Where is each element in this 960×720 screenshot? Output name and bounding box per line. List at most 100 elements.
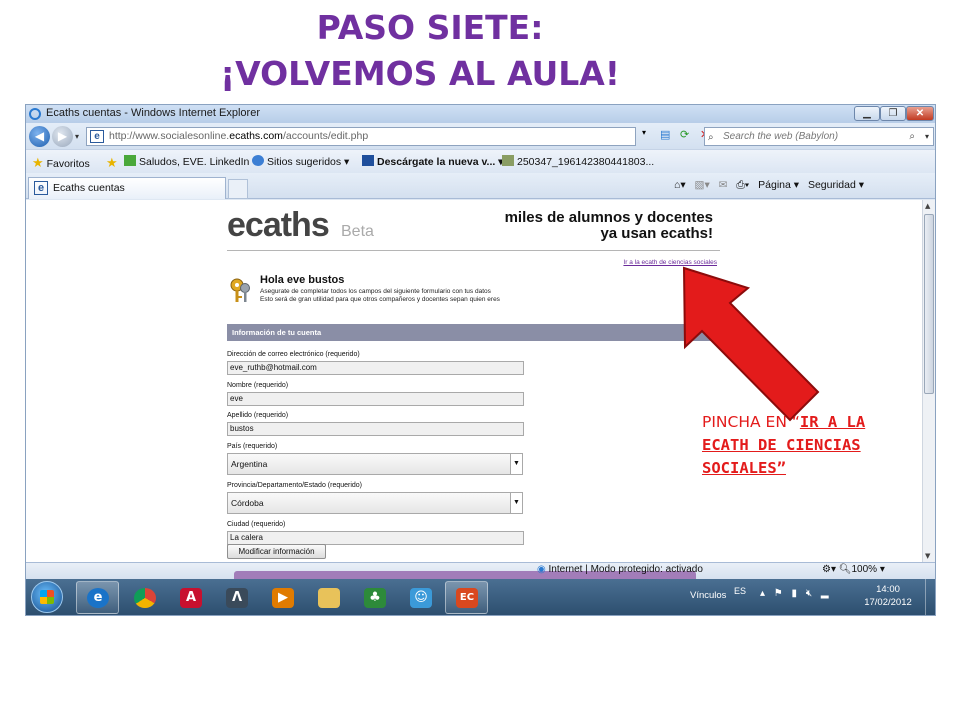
fav-item-linkedin[interactable]: Saludos, EVE. LinkedIn bbox=[124, 155, 249, 168]
city-field[interactable]: La calera bbox=[227, 531, 524, 545]
add-favorite-icon[interactable]: ★ bbox=[106, 155, 118, 171]
greeting-subtext: Asegurate de completar todos los campos … bbox=[260, 288, 500, 303]
page-content: ecaths Beta miles de alumnos y docentes … bbox=[26, 200, 922, 562]
tray-icons[interactable]: ▴ ⚑ ▮ 🔇︎ ▂ bbox=[760, 588, 832, 599]
ecaths-app-icon: EC bbox=[456, 588, 478, 608]
zoom-icon: 🔍︎ bbox=[838, 564, 852, 575]
feeds-icon[interactable]: ▧▾ bbox=[695, 179, 710, 191]
chrome-icon bbox=[134, 588, 156, 608]
taskbar-messenger[interactable]: ☺ bbox=[399, 581, 442, 614]
taskbar-game[interactable]: ♣ bbox=[353, 581, 396, 614]
fav-item-download[interactable]: Descárgate la nueva v... ▾ bbox=[362, 155, 503, 168]
tab-ecaths-cuentas[interactable]: e Ecaths cuentas bbox=[28, 177, 226, 199]
maximize-button[interactable]: ❐ bbox=[880, 106, 906, 121]
email-label: Dirección de correo electrónico (requeri… bbox=[227, 351, 360, 358]
taskbar-app-a[interactable]: Λ bbox=[215, 581, 258, 614]
url-input[interactable]: e http://www.socialesonline.ecaths.com/a… bbox=[86, 127, 636, 146]
taskbar-acrobat[interactable]: A bbox=[169, 581, 212, 614]
taskbar-ecaths[interactable]: EC bbox=[445, 581, 488, 614]
chevron-down-icon[interactable]: ▼ bbox=[510, 493, 522, 513]
slide: PASO SIETE: ¡VOLVEMOS AL AULA! Ecaths cu… bbox=[0, 0, 960, 720]
address-bar: ◀ ▶ ▾ e http://www.socialesonline.ecaths… bbox=[26, 123, 935, 149]
page-icon: e bbox=[34, 181, 48, 195]
name-field[interactable]: eve bbox=[227, 392, 524, 406]
compat-view-icon[interactable]: ▤ bbox=[660, 128, 670, 141]
fav-item-image[interactable]: 250347_196142380441803... bbox=[502, 155, 654, 168]
taskbar-media[interactable]: ▶ bbox=[261, 581, 304, 614]
new-tab-button[interactable] bbox=[228, 179, 248, 199]
language-indicator[interactable]: ES bbox=[734, 586, 746, 596]
scroll-thumb[interactable] bbox=[924, 214, 934, 394]
slide-title-line2: ¡VOLVEMOS AL AULA! bbox=[220, 54, 620, 93]
country-label: País (requerido) bbox=[227, 443, 278, 450]
tab-row: e Ecaths cuentas ⌂▾ ▧▾ ✉ ⎙▾ Página ▾ Seg… bbox=[26, 173, 935, 199]
ecaths-logo: ecaths bbox=[227, 206, 330, 244]
solitaire-icon: ♣ bbox=[364, 588, 386, 608]
search-provider-icon: ⌕ bbox=[708, 132, 714, 143]
city-label: Ciudad (requerido) bbox=[227, 521, 286, 528]
command-bar: ⌂▾ ▧▾ ✉ ⎙▾ Página ▾ Seguridad ▾ bbox=[674, 179, 870, 192]
messenger-icon: ☺ bbox=[410, 588, 432, 608]
app-a-icon: Λ bbox=[226, 588, 248, 608]
scroll-down-icon[interactable]: ▼ bbox=[925, 552, 930, 560]
window-titlebar: Ecaths cuentas - Windows Internet Explor… bbox=[26, 105, 935, 123]
zoom-level[interactable]: ⚙▾ 🔍︎100% ▾ bbox=[822, 564, 885, 575]
taskbar-chrome[interactable] bbox=[123, 581, 166, 614]
country-select[interactable]: Argentina ▼ bbox=[227, 453, 523, 475]
star-icon: ★ bbox=[32, 155, 44, 170]
close-button[interactable]: ✕ bbox=[906, 106, 934, 121]
logo-beta: Beta bbox=[341, 223, 374, 240]
annotation-text: PINCHA EN “IR A LA ECATH DE CIENCIAS SOC… bbox=[702, 413, 866, 477]
favorites-bar: ★ Favoritos ★ Saludos, EVE. LinkedIn Sit… bbox=[26, 149, 935, 173]
tagline: miles de alumnos y docentes ya usan ecat… bbox=[504, 209, 713, 242]
greeting: Hola eve bustos bbox=[260, 274, 345, 286]
media-player-icon: ▶ bbox=[272, 588, 294, 608]
protected-mode-icon: ⚙▾ bbox=[822, 564, 836, 575]
ie-logo-icon bbox=[29, 108, 41, 120]
folder-icon bbox=[318, 588, 340, 608]
section-header: Información de tu cuenta bbox=[227, 324, 720, 341]
browser-screenshot: Ecaths cuentas - Windows Internet Explor… bbox=[25, 104, 936, 616]
search-input[interactable]: ⌕ Search the web (Babylon) ⌕ ▾ bbox=[704, 127, 934, 146]
refresh-icon[interactable]: ⟳ bbox=[680, 128, 689, 141]
email-field[interactable]: eve_ruthb@hotmail.com bbox=[227, 361, 524, 375]
mail-icon[interactable]: ✉ bbox=[719, 179, 728, 191]
page-menu[interactable]: Página ▾ bbox=[758, 179, 799, 191]
chevron-down-icon[interactable]: ▼ bbox=[510, 454, 522, 474]
favorites-button[interactable]: ★ Favoritos bbox=[32, 155, 90, 171]
fav-item-suggested[interactable]: Sitios sugeridos ▾ bbox=[252, 155, 349, 168]
show-desktop-button[interactable] bbox=[925, 579, 935, 615]
taskbar-ie[interactable]: e bbox=[76, 581, 119, 614]
history-dropdown-icon[interactable]: ▾ bbox=[75, 132, 79, 141]
back-button[interactable]: ◀ bbox=[29, 126, 50, 147]
taskbar-explorer[interactable] bbox=[307, 581, 350, 614]
print-icon[interactable]: ⎙▾ bbox=[736, 179, 749, 191]
site-icon bbox=[124, 155, 136, 166]
image-icon bbox=[502, 155, 514, 166]
surname-field[interactable]: bustos bbox=[227, 422, 524, 436]
province-select[interactable]: Córdoba ▼ bbox=[227, 492, 523, 514]
name-label: Nombre (requerido) bbox=[227, 382, 289, 389]
search-dropdown-icon[interactable]: ▾ bbox=[925, 128, 929, 145]
home-icon[interactable]: ⌂▾ bbox=[674, 179, 686, 191]
security-zone[interactable]: ◉ Internet | Modo protegido: activado bbox=[537, 564, 703, 575]
ie-icon bbox=[252, 155, 264, 166]
clock[interactable]: 14:00 17/02/2012 bbox=[862, 583, 914, 609]
safety-menu[interactable]: Seguridad ▾ bbox=[808, 179, 864, 191]
ciencias-sociales-link[interactable]: Ir a la ecath de ciencias sociales bbox=[586, 259, 717, 266]
minimize-button[interactable]: ▁ bbox=[854, 106, 880, 121]
taskbar: e A Λ ▶ ♣ ☺ EC Vínculos ES ▴ ⚑ ▮ 🔇︎ ▂ 14… bbox=[26, 579, 935, 615]
start-button[interactable] bbox=[31, 581, 63, 613]
surname-label: Apellido (requerido) bbox=[227, 412, 289, 419]
vertical-scrollbar[interactable]: ▲ ▼ bbox=[922, 200, 935, 562]
links-toolbar[interactable]: Vínculos bbox=[690, 590, 726, 601]
ie-page-icon bbox=[362, 155, 374, 166]
scroll-up-icon[interactable]: ▲ bbox=[925, 202, 930, 210]
divider bbox=[227, 250, 720, 251]
acrobat-icon: A bbox=[180, 588, 202, 608]
ie-icon: e bbox=[87, 588, 109, 608]
search-icon[interactable]: ⌕ bbox=[909, 128, 915, 145]
url-dropdown-icon[interactable]: ▾ bbox=[642, 128, 646, 137]
modify-info-button[interactable]: Modificar información bbox=[227, 544, 326, 559]
forward-button[interactable]: ▶ bbox=[52, 126, 73, 147]
